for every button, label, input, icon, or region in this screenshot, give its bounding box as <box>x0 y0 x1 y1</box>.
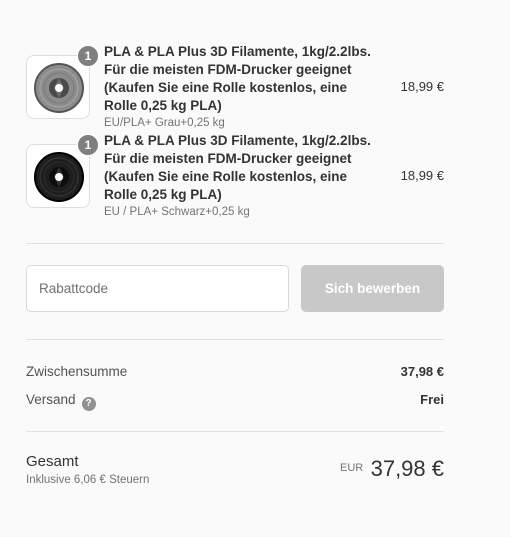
apply-discount-button[interactable]: Sich bewerben <box>301 265 444 312</box>
tax-note: Inklusive 6,06 € Steuern <box>26 474 150 486</box>
shipping-label: Versand <box>26 392 76 407</box>
product-price: 18,99 € <box>400 168 444 183</box>
product-title: PLA & PLA Plus 3D Filamente, 1kg/2.2lbs.… <box>104 133 371 202</box>
total-label: Gesamt <box>26 453 79 470</box>
divider <box>26 339 444 340</box>
quantity-badge: 1 <box>77 45 99 67</box>
subtotal-value: 37,98 € <box>400 364 444 379</box>
quantity-badge: 1 <box>77 134 99 156</box>
product-variant: EU/PLA+ Grau+0,25 kg <box>104 117 225 129</box>
currency-code: EUR <box>340 462 364 474</box>
shipping-value: Frei <box>420 392 444 407</box>
black-filament-spool-icon <box>34 152 84 202</box>
discount-code-input[interactable] <box>26 265 289 312</box>
divider <box>26 431 444 432</box>
product-title: PLA & PLA Plus 3D Filamente, 1kg/2.2lbs.… <box>104 44 371 113</box>
subtotal-label: Zwischensumme <box>26 364 128 379</box>
grey-filament-spool-icon <box>34 63 84 113</box>
total-amount: 37,98 € <box>370 456 444 481</box>
product-price: 18,99 € <box>400 79 444 94</box>
product-variant: EU / PLA+ Schwarz+0,25 kg <box>104 206 250 218</box>
divider <box>26 243 444 244</box>
question-circle-icon[interactable]: ? <box>81 396 96 411</box>
shipping-row: Versand? <box>26 392 96 411</box>
